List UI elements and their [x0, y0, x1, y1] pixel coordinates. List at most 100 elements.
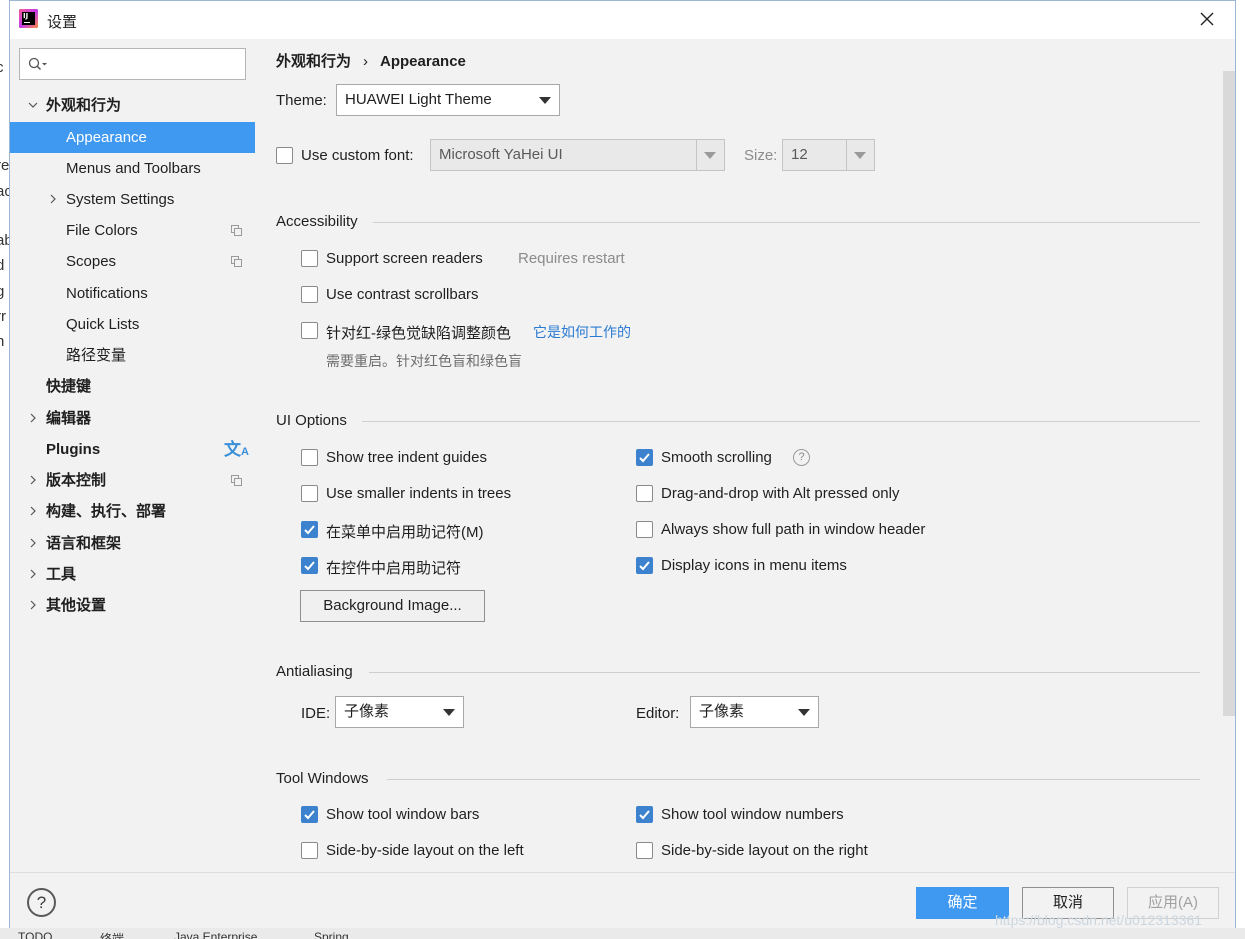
chevron-right-icon [30, 475, 36, 485]
search-icon [28, 57, 47, 71]
bg-char: g [0, 283, 5, 300]
custom-font-select[interactable]: Microsoft YaHei UI [430, 139, 725, 171]
chevron-right-icon [30, 506, 36, 516]
background-image-button[interactable]: Background Image... [300, 590, 485, 622]
font-size-select[interactable]: 12 [782, 139, 875, 171]
sidebar-item-other-settings[interactable]: 其他设置 [10, 590, 255, 621]
bg-char: c [0, 60, 4, 75]
search-input[interactable] [19, 48, 246, 80]
theme-value: HUAWEI Light Theme [345, 91, 492, 108]
how-it-works-link[interactable]: 它是如何工作的 [533, 322, 631, 342]
bg-char: d [0, 257, 5, 274]
close-icon[interactable] [1199, 11, 1215, 27]
custom-font-checkbox[interactable] [276, 147, 293, 164]
sidebar-item-version-control[interactable]: 版本控制 [10, 465, 255, 496]
editor-antialiasing-value: 子像素 [699, 703, 745, 720]
sidebar-item-path-variables[interactable]: 路径变量 [10, 340, 255, 371]
drag-drop-alt-label: Drag-and-drop with Alt pressed only [661, 485, 900, 502]
checkmark-icon [639, 561, 650, 571]
section-divider [387, 779, 1200, 780]
sidebar-item-quick-lists[interactable]: Quick Lists [10, 309, 255, 340]
color-deficiency-checkbox[interactable] [301, 322, 318, 339]
sidebar-item-appearance-behavior[interactable]: 外观和行为 [10, 90, 255, 121]
requires-restart-note: Requires restart [518, 250, 625, 267]
bg-tab: Spring [314, 930, 349, 939]
contrast-scrollbars-checkbox[interactable] [301, 286, 318, 303]
menu-mnemonics-label: 在菜单中启用助记符(M) [326, 524, 484, 541]
drag-drop-alt-checkbox[interactable] [636, 485, 653, 502]
sidebar-item-languages-frameworks[interactable]: 语言和框架 [10, 528, 255, 559]
menu-icons-label: Display icons in menu items [661, 557, 847, 574]
smaller-indents-checkbox[interactable] [301, 485, 318, 502]
checkmark-icon [639, 810, 650, 820]
window-title: 设置 [47, 14, 78, 31]
menu-mnemonics-checkbox[interactable] [301, 521, 318, 538]
sidebar-item-label: 外观和行为 [46, 97, 122, 114]
ide-antialiasing-value: 子像素 [344, 703, 390, 720]
background-ide-left: c re ac ab d g rr n [0, 0, 13, 939]
sidebar-item-label: 其他设置 [46, 597, 107, 614]
sidebar-item-file-colors[interactable]: File Colors [10, 215, 255, 246]
content-scrollbar[interactable] [1223, 71, 1235, 716]
tool-window-numbers-label: Show tool window numbers [661, 806, 844, 823]
antialiasing-section-title: Antialiasing [276, 663, 353, 680]
menu-icons-checkbox[interactable] [636, 557, 653, 574]
side-by-side-left-checkbox[interactable] [301, 842, 318, 859]
tool-window-bars-checkbox[interactable] [301, 806, 318, 823]
sidebar-item-label: Appearance [66, 129, 147, 146]
sidebar-item-label: File Colors [66, 222, 138, 239]
sidebar-item-label: Quick Lists [66, 316, 140, 333]
translate-icon: 文A [224, 440, 249, 459]
checkmark-icon [304, 810, 315, 820]
dropdown-arrow-icon [704, 152, 716, 159]
contrast-scrollbars-label: Use contrast scrollbars [326, 286, 479, 303]
accessibility-section-title: Accessibility [276, 213, 358, 230]
chevron-right-icon [30, 413, 36, 423]
smooth-scrolling-checkbox[interactable] [636, 449, 653, 466]
sidebar-item-label: 编辑器 [46, 410, 92, 427]
settings-sidebar: 外观和行为 Appearance Menus and Toolbars Syst… [10, 39, 255, 872]
editor-antialiasing-select[interactable]: 子像素 [690, 696, 819, 728]
chevron-right-icon [30, 600, 36, 610]
full-path-header-checkbox[interactable] [636, 521, 653, 538]
sidebar-item-editor[interactable]: 编辑器 [10, 403, 255, 434]
side-by-side-right-checkbox[interactable] [636, 842, 653, 859]
dropdown-arrow-icon [854, 152, 866, 159]
font-size-value: 12 [791, 146, 808, 163]
bg-char: re [0, 157, 10, 174]
smaller-indents-label: Use smaller indents in trees [326, 485, 512, 502]
control-mnemonics-checkbox[interactable] [301, 557, 318, 574]
custom-font-value: Microsoft YaHei UI [439, 146, 563, 163]
checkmark-icon [639, 453, 650, 463]
sidebar-item-notifications[interactable]: Notifications [10, 278, 255, 309]
sidebar-item-menus-toolbars[interactable]: Menus and Toolbars [10, 153, 255, 184]
screen-readers-checkbox[interactable] [301, 250, 318, 267]
chevron-right-icon [30, 538, 36, 548]
background-ide-right [1236, 0, 1245, 939]
tool-window-numbers-checkbox[interactable] [636, 806, 653, 823]
theme-select[interactable]: HUAWEI Light Theme [336, 84, 560, 116]
sidebar-item-plugins[interactable]: Plugins 文A [10, 434, 255, 465]
help-button[interactable]: ? [27, 888, 56, 917]
sidebar-item-build-execution-deployment[interactable]: 构建、执行、部署 [10, 496, 255, 527]
project-level-icon [231, 225, 242, 236]
breadcrumb-parent[interactable]: 外观和行为 [276, 53, 351, 70]
ide-antialiasing-select[interactable]: 子像素 [335, 696, 464, 728]
tree-indent-guides-checkbox[interactable] [301, 449, 318, 466]
settings-dialog: IJ 设置 外观和行为 Appearance Menus and Toolbar… [9, 0, 1236, 928]
sidebar-item-scopes[interactable]: Scopes [10, 246, 255, 277]
side-by-side-right-label: Side-by-side layout on the right [661, 842, 868, 859]
section-divider [369, 672, 1200, 673]
bg-tab: Java Enterprise [174, 930, 258, 939]
sidebar-item-keymap[interactable]: 快捷键 [10, 371, 255, 402]
sidebar-item-label: Scopes [66, 253, 117, 270]
sidebar-item-appearance[interactable]: Appearance [10, 122, 255, 153]
help-icon[interactable]: ? [793, 449, 810, 466]
sidebar-item-system-settings[interactable]: System Settings [10, 184, 255, 215]
section-divider [362, 421, 1200, 422]
editor-antialiasing-label: Editor: [636, 705, 680, 722]
chevron-right-icon [50, 194, 56, 204]
sidebar-item-tools[interactable]: 工具 [10, 559, 255, 590]
sidebar-item-label: 版本控制 [46, 472, 107, 489]
breadcrumb-current: Appearance [380, 53, 466, 70]
